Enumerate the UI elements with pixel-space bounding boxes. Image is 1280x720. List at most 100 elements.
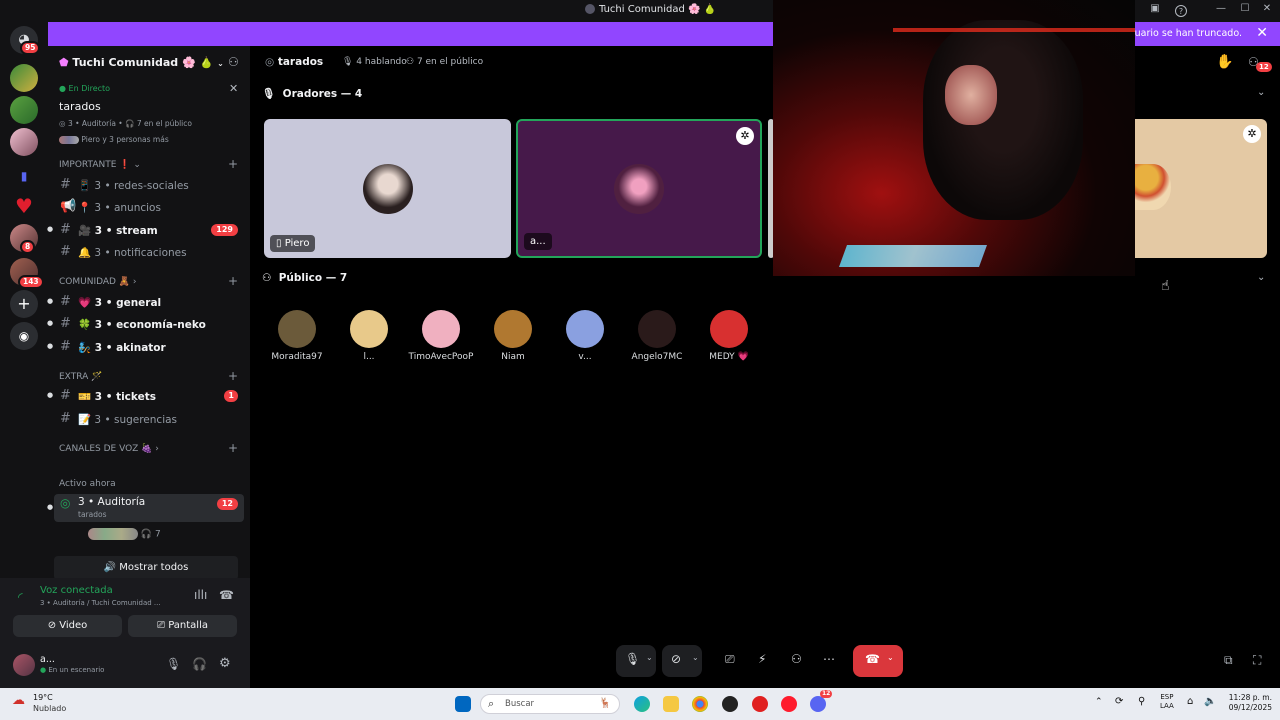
channel-akinator[interactable]: ● # 🧞 3 • akinator (47, 337, 244, 357)
member-name: MEDY 💗 (709, 352, 749, 362)
discover-icon[interactable]: ◉ (10, 322, 38, 350)
channel-label: 3 • tickets (94, 391, 156, 403)
category-importante[interactable]: IMPORTANTE ❗ ⌄ (59, 160, 141, 170)
channel-redes-sociales[interactable]: # 📱 3 • redes-sociales (54, 175, 244, 195)
discord-badge: 12 (820, 690, 833, 698)
clock[interactable]: 11:28 p. m. 09/12/2025 (1224, 693, 1272, 713)
server-icon-1[interactable] (10, 64, 38, 92)
show-all-button[interactable]: 🔊 Mostrar todos (54, 556, 238, 580)
channel-general[interactable]: ● # 💗 3 • general (47, 292, 244, 312)
voice-location[interactable]: 3 • Auditoría / Tuchi Comunidad ... (40, 599, 161, 607)
add-channel-icon[interactable]: + (228, 441, 238, 455)
more-options-button[interactable]: ⋯ (818, 645, 842, 677)
channel-stream[interactable]: ● # 🎥 3 • stream 129 (47, 220, 244, 240)
audience-member[interactable]: Angelo7MC (621, 310, 693, 362)
audience-heading: ⚇ Público — 7 (262, 272, 348, 284)
audience-member[interactable]: v... (549, 310, 621, 362)
volume-icon[interactable]: 🔈 (1204, 696, 1216, 707)
settings-gear-icon[interactable]: ⚙ (219, 656, 231, 671)
active-channel-label: 3 • Auditoría (78, 496, 146, 508)
lang-primary: ESP (1160, 693, 1174, 701)
leave-stage-button[interactable]: ☎ ⌄ (853, 645, 903, 677)
stage-icon: ◎ (265, 56, 275, 68)
avatar (362, 163, 413, 214)
voice-status: Voz conectada (40, 585, 113, 596)
chevron-down-icon[interactable]: ⌄ (1257, 272, 1265, 283)
activity-button[interactable]: ⚡ (753, 645, 777, 677)
close-icon[interactable]: ✕ (1256, 25, 1268, 41)
minimize-button[interactable]: — (1212, 3, 1230, 19)
discord-taskbar-icon[interactable] (810, 696, 826, 712)
channel-label: 3 • sugerencias (94, 414, 178, 426)
category-voz[interactable]: CANALES DE VOZ 🍇 › (59, 444, 159, 454)
audience-member[interactable]: TimoAvecPooP (405, 310, 477, 362)
audience-member[interactable]: l... (333, 310, 405, 362)
channel-economia-neko[interactable]: ● # 🍀 3 • economía-neko (47, 314, 244, 334)
noise-suppression-icon[interactable]: ıllı (194, 588, 207, 602)
channel-tickets[interactable]: ● # 🎫 3 • tickets 1 (47, 386, 244, 406)
fullscreen-icon[interactable]: ⛶ (1253, 653, 1261, 668)
heart-server-icon[interactable]: ♥ (10, 192, 38, 220)
guild-header[interactable]: ⬟ Tuchi Comunidad 🌸 🍐 ⌄ (59, 56, 224, 69)
windows-start-icon[interactable] (455, 696, 471, 712)
add-server-icon[interactable]: + (10, 290, 38, 318)
search-placeholder: Buscar (505, 699, 535, 709)
move-to-audience-button[interactable]: ⚇ (786, 645, 810, 677)
headphones-icon[interactable]: 🎧 (192, 657, 207, 671)
obs-icon[interactable] (722, 696, 738, 712)
close-icon[interactable]: ✕ (229, 82, 238, 95)
chevron-down-icon[interactable]: ⌄ (1257, 87, 1265, 98)
speaker-tile-piero[interactable]: ▯ Piero (264, 119, 511, 258)
chevron-up-icon[interactable]: ⌃ (1095, 697, 1103, 707)
screen-share-icon[interactable]: ▣ (1146, 3, 1164, 19)
category-extra[interactable]: EXTRA 🪄 (59, 372, 102, 382)
app-icon-red[interactable] (752, 696, 768, 712)
avatar (278, 310, 316, 348)
add-channel-icon[interactable]: + (228, 274, 238, 288)
audience-member[interactable]: Moradita97 (261, 310, 333, 362)
tray-icon[interactable]: ⟳ (1115, 696, 1123, 707)
file-explorer-icon[interactable] (663, 696, 679, 712)
channel-label: 3 • redes-sociales (94, 180, 189, 192)
video-button[interactable]: ⊘ Video (13, 615, 122, 637)
search-input[interactable]: ⌕ Buscar 🦌 (480, 694, 620, 714)
share-screen-button[interactable]: ⎚ (720, 645, 744, 677)
language-indicator[interactable]: ESP LAA (1160, 693, 1174, 711)
server-icon-3[interactable] (10, 128, 38, 156)
chrome-icon[interactable] (692, 696, 708, 712)
microphone-icon[interactable]: 🎙 (166, 657, 181, 671)
audience-member[interactable]: MEDY 💗 (693, 310, 765, 362)
channel-sugerencias[interactable]: # 📝 3 • sugerencias (54, 409, 244, 429)
screen-share-button[interactable]: ⎚ Pantalla (128, 615, 237, 637)
folder-icon[interactable]: ▮ (10, 162, 38, 190)
add-channel-icon[interactable]: + (228, 369, 238, 383)
audience-member[interactable]: Niam (477, 310, 549, 362)
help-icon[interactable]: ? (1175, 5, 1187, 17)
speaker-tile-luffy[interactable]: ✲ (1135, 119, 1267, 258)
opera-icon[interactable] (781, 696, 797, 712)
close-window-button[interactable]: ✕ (1258, 3, 1276, 19)
network-icon[interactable]: ⌂ (1187, 696, 1193, 707)
category-comunidad[interactable]: COMUNIDAD 🧸 › (59, 277, 137, 287)
server-badge: 8 (20, 240, 36, 254)
server-avatar-icon (585, 4, 595, 14)
edge-browser-icon[interactable] (634, 696, 650, 712)
camera-toggle-button[interactable]: ⊘ ⌄ (662, 645, 702, 677)
stage-title-text: tarados (277, 56, 324, 68)
speaker-tile-a[interactable]: ✲ a... (516, 119, 762, 258)
member-name: Angelo7MC (631, 352, 683, 362)
weather-icon[interactable]: ☁ (12, 693, 30, 711)
channel-anuncios[interactable]: 📢 📍 3 • anuncios (54, 197, 244, 217)
mic-toggle-button[interactable]: 🎙 ⌄ (616, 645, 656, 677)
pop-out-icon[interactable]: ⧉ (1224, 653, 1233, 668)
server-icon-2[interactable] (10, 96, 38, 124)
avatar[interactable] (13, 654, 35, 676)
disconnect-icon[interactable]: ☎ (219, 588, 234, 602)
raise-hand-icon[interactable]: ✋ (1216, 54, 1233, 70)
add-member-icon[interactable]: ⚇ (228, 55, 239, 69)
add-channel-icon[interactable]: + (228, 157, 238, 171)
usb-icon[interactable]: ⚲ (1138, 696, 1145, 707)
active-stage-auditoria[interactable]: ● ◎ 3 • Auditoría tarados 12 (47, 494, 244, 522)
maximize-button[interactable]: ☐ (1236, 3, 1254, 19)
channel-notificaciones[interactable]: # 🔔 3 • notificaciones (54, 242, 244, 262)
